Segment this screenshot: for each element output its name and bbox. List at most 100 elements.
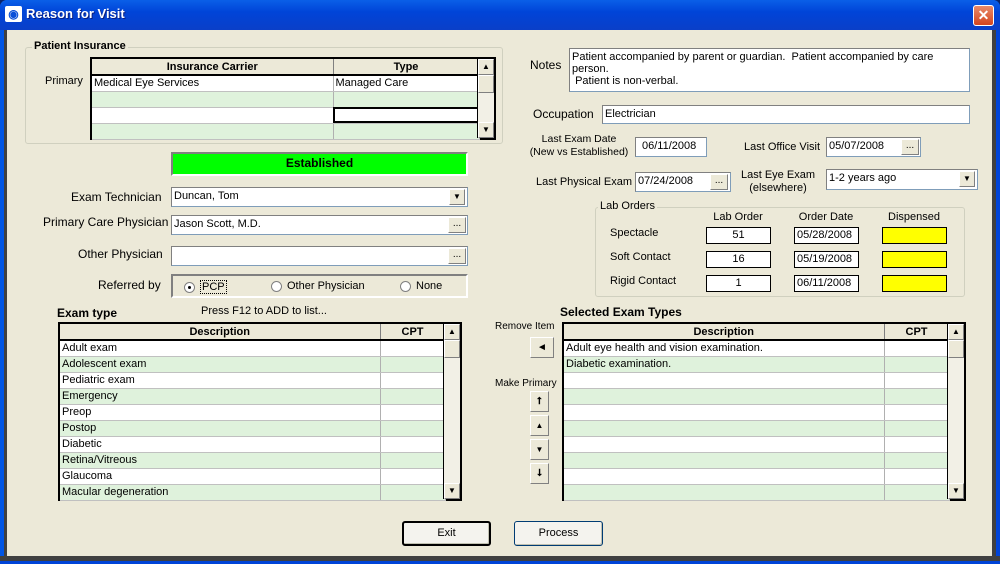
selected-exam-type-row[interactable] [564, 452, 950, 469]
exam-type-row[interactable]: Preop [60, 404, 446, 421]
selected-description-header[interactable]: Description [564, 324, 885, 341]
cpt-cell[interactable] [380, 356, 446, 373]
selected-exam-types-scrollbar[interactable]: ▲ ▼ [947, 324, 964, 499]
description-cell[interactable] [564, 484, 885, 501]
description-cell[interactable] [564, 468, 885, 485]
description-cell[interactable] [564, 404, 885, 421]
lab-order-number[interactable]: 51 [706, 227, 771, 244]
insurance-carrier-cell[interactable] [92, 91, 334, 108]
cpt-cell[interactable] [884, 420, 950, 437]
selected-exam-type-row[interactable] [564, 468, 950, 485]
move-to-top-button[interactable]: ⭡ [530, 391, 549, 412]
scroll-thumb[interactable] [948, 340, 964, 358]
cpt-cell[interactable] [380, 468, 446, 485]
selected-exam-type-row[interactable]: Adult eye health and vision examination. [564, 340, 950, 357]
cpt-cell[interactable] [380, 484, 446, 501]
insurance-type-cell[interactable]: Managed Care [333, 75, 480, 92]
insurance-row[interactable] [92, 91, 480, 108]
title-bar[interactable]: ◉ Reason for Visit ✕ [0, 0, 1000, 30]
exam-type-row[interactable]: Adult exam [60, 340, 446, 357]
description-cell[interactable]: Retina/Vitreous [60, 452, 381, 469]
lab-order-number[interactable]: 16 [706, 251, 771, 268]
scroll-up-icon[interactable]: ▲ [478, 59, 494, 75]
cpt-cell[interactable] [884, 356, 950, 373]
insurance-scrollbar[interactable]: ▲ ▼ [477, 59, 494, 138]
insurance-carrier-cell[interactable]: Medical Eye Services [92, 75, 334, 92]
description-cell[interactable]: Adolescent exam [60, 356, 381, 373]
insurance-type-cell[interactable] [333, 123, 480, 140]
insurance-carrier-header[interactable]: Insurance Carrier [92, 59, 334, 76]
lab-order-number[interactable]: 1 [706, 275, 771, 292]
last-eye-exam-select[interactable]: 1-2 years ago [826, 169, 978, 190]
exam-type-row[interactable]: Postop [60, 420, 446, 437]
description-cell[interactable]: Diabetic examination. [564, 356, 885, 373]
description-cell[interactable]: Glaucoma [60, 468, 381, 485]
insurance-row[interactable] [92, 123, 480, 140]
description-cell[interactable]: Postop [60, 420, 381, 437]
insurance-type-header[interactable]: Type [333, 59, 480, 76]
description-cell[interactable]: Diabetic [60, 436, 381, 453]
description-cell[interactable]: Adult exam [60, 340, 381, 357]
cpt-cell[interactable] [884, 452, 950, 469]
move-up-button[interactable]: ▲ [530, 415, 549, 436]
scroll-thumb[interactable] [478, 75, 494, 93]
chevron-down-icon[interactable]: ▼ [449, 189, 465, 205]
exam-type-cpt-header[interactable]: CPT [380, 324, 446, 341]
referred-by-other-physician-radio[interactable]: Other Physician [271, 280, 365, 292]
cpt-cell[interactable] [884, 388, 950, 405]
insurance-grid[interactable]: Insurance Carrier Type Medical Eye Servi… [90, 57, 496, 140]
description-cell[interactable]: Macular degeneration [60, 484, 381, 501]
scroll-down-icon[interactable]: ▼ [444, 483, 460, 499]
exam-type-row[interactable]: Emergency [60, 388, 446, 405]
description-cell[interactable] [564, 436, 885, 453]
other-physician-field[interactable] [171, 246, 468, 266]
lab-order-date[interactable]: 05/19/2008 [794, 251, 859, 268]
exam-type-row[interactable]: Adolescent exam [60, 356, 446, 373]
cpt-cell[interactable] [380, 372, 446, 389]
exam-type-row[interactable]: Macular degeneration [60, 484, 446, 501]
other-physician-browse-button[interactable]: ... [448, 248, 466, 264]
description-cell[interactable] [564, 388, 885, 405]
exam-type-row[interactable]: Pediatric exam [60, 372, 446, 389]
notes-textarea[interactable]: Patient accompanied by parent or guardia… [569, 48, 970, 92]
exam-type-row[interactable]: Retina/Vitreous [60, 452, 446, 469]
cpt-cell[interactable] [884, 404, 950, 421]
scroll-down-icon[interactable]: ▼ [948, 483, 964, 499]
insurance-row[interactable]: Medical Eye Services Managed Care [92, 75, 480, 92]
selected-exam-type-row[interactable] [564, 372, 950, 389]
remove-item-button[interactable]: ◄ [530, 337, 554, 358]
description-cell[interactable]: Emergency [60, 388, 381, 405]
description-cell[interactable] [564, 372, 885, 389]
insurance-type-cell[interactable] [333, 91, 480, 108]
selected-exam-type-row[interactable]: Diabetic examination. [564, 356, 950, 373]
selected-cpt-header[interactable]: CPT [884, 324, 950, 341]
last-office-visit-browse-button[interactable]: ... [901, 139, 919, 155]
cpt-cell[interactable] [884, 468, 950, 485]
exam-technician-select[interactable]: Duncan, Tom [171, 187, 468, 207]
exit-button[interactable]: Exit [402, 521, 491, 546]
occupation-field[interactable]: Electrician [602, 105, 970, 124]
description-cell[interactable] [564, 452, 885, 469]
chevron-down-icon[interactable]: ▼ [959, 171, 975, 187]
selected-exam-type-row[interactable] [564, 420, 950, 437]
process-button[interactable]: Process [514, 521, 603, 546]
cpt-cell[interactable] [884, 372, 950, 389]
move-down-button[interactable]: ▼ [530, 439, 549, 460]
cpt-cell[interactable] [380, 452, 446, 469]
cpt-cell[interactable] [380, 340, 446, 357]
selected-exam-type-row[interactable] [564, 484, 950, 501]
cpt-cell[interactable] [380, 436, 446, 453]
scroll-up-icon[interactable]: ▲ [948, 324, 964, 340]
last-physical-exam-browse-button[interactable]: ... [710, 174, 728, 190]
insurance-type-cell-active[interactable] [333, 107, 480, 124]
last-exam-date-field[interactable]: 06/11/2008 [635, 137, 707, 157]
lab-order-date[interactable]: 06/11/2008 [794, 275, 859, 292]
cpt-cell[interactable] [884, 484, 950, 501]
cpt-cell[interactable] [884, 340, 950, 357]
description-cell[interactable] [564, 420, 885, 437]
scroll-up-icon[interactable]: ▲ [444, 324, 460, 340]
referred-by-none-radio[interactable]: None [400, 280, 442, 292]
primary-care-physician-field[interactable]: Jason Scott, M.D. [171, 215, 468, 235]
cpt-cell[interactable] [884, 436, 950, 453]
exam-type-grid[interactable]: Description CPT Adult exam Adolescent exa… [58, 322, 462, 501]
